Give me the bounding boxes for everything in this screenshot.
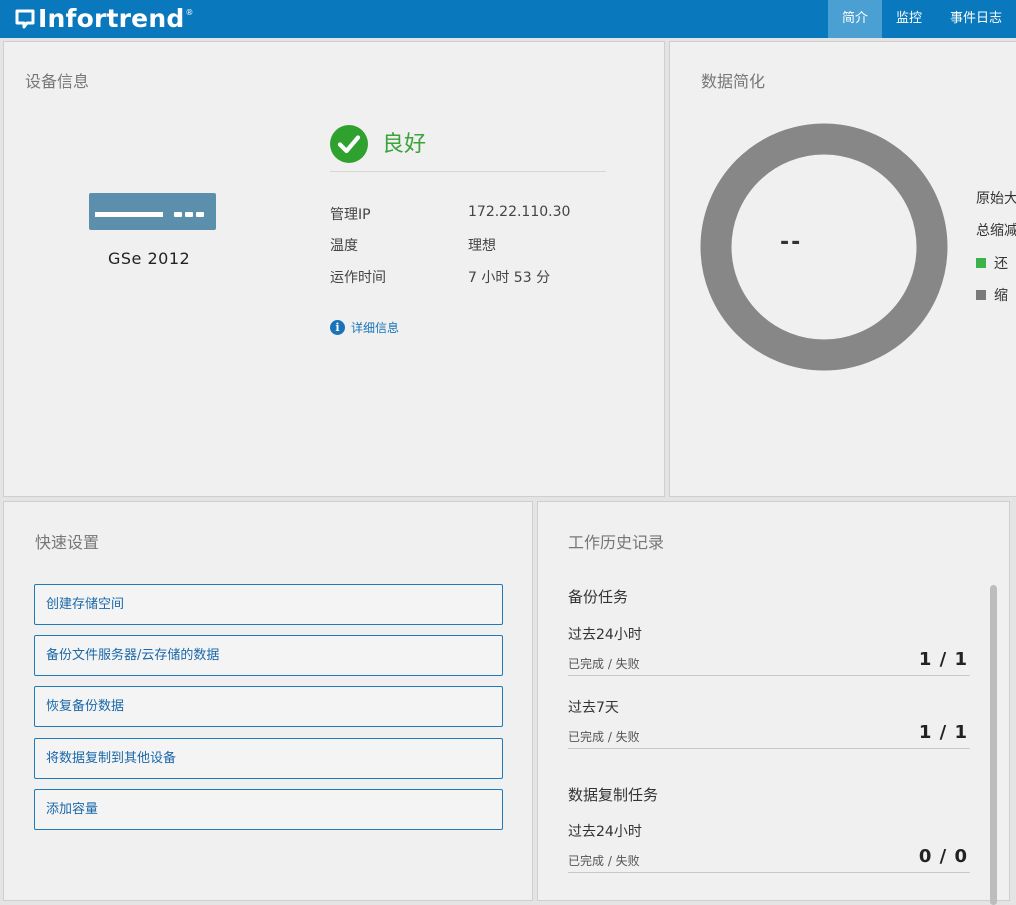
device-info-panel: 设备信息 GSe 2012 良好 管理IP 172.22.110.30 温度 理… — [3, 41, 665, 497]
legend-item-gray: 缩 — [976, 285, 1008, 305]
history-row-label: 已完成 / 失败 — [568, 730, 640, 744]
info-icon: i — [330, 320, 345, 335]
tab-monitor[interactable]: 监控 — [882, 0, 936, 38]
replicate-data-button[interactable]: 将数据复制到其他设备 — [34, 738, 503, 779]
check-circle-icon — [330, 125, 368, 163]
job-history-panel: 工作历史记录 备份任务 过去24小时 已完成 / 失败 1 / 1 过去7天 已… — [537, 501, 1010, 905]
uptime-label: 运作时间 — [330, 270, 386, 286]
history-period: 过去7天 — [568, 700, 619, 716]
data-reduction-title: 数据简化 — [701, 72, 766, 91]
temperature-value: 理想 — [468, 238, 496, 254]
history-scrollbar[interactable] — [990, 585, 997, 905]
device-info-title: 设备信息 — [25, 72, 90, 91]
history-row-value: 1 / 1 — [918, 649, 968, 670]
legend-total-reduction: 总缩减 — [976, 223, 1016, 239]
health-status: 良好 — [382, 132, 427, 157]
legend-item-green: 还 — [976, 253, 1008, 273]
data-reduction-panel: 数据简化 -- 原始大 总缩减 还 缩 — [669, 41, 1016, 497]
history-period: 过去24小时 — [568, 627, 642, 643]
top-bar: Infortrend ® 简介 监控 事件日志 — [0, 0, 1016, 38]
job-history-title: 工作历史记录 — [568, 533, 665, 552]
history-row: 已完成 / 失败 0 / 0 — [568, 846, 970, 873]
history-row-value: 0 / 0 — [918, 846, 968, 867]
main-nav: 简介 监控 事件日志 — [827, 0, 1016, 38]
history-period: 过去24小时 — [568, 824, 642, 840]
history-row-label: 已完成 / 失败 — [568, 657, 640, 671]
tab-event-log[interactable]: 事件日志 — [936, 0, 1016, 38]
legend-swatch-gray — [976, 290, 986, 300]
device-model: GSe 2012 — [108, 249, 191, 268]
uptime-value: 7 小时 53 分 — [468, 270, 551, 286]
backup-data-button[interactable]: 备份文件服务器/云存储的数据 — [34, 635, 503, 676]
replication-jobs-heading: 数据复制任务 — [568, 786, 659, 804]
history-row-value: 1 / 1 — [918, 722, 968, 743]
mgmt-ip-value: 172.22.110.30 — [468, 204, 571, 220]
create-storage-button[interactable]: 创建存储空间 — [34, 584, 503, 625]
storage-device-icon — [89, 193, 216, 230]
brand-logo[interactable]: Infortrend ® — [14, 5, 193, 33]
legend-original-size: 原始大 — [976, 191, 1016, 207]
history-row: 已完成 / 失败 1 / 1 — [568, 649, 970, 676]
temperature-label: 温度 — [330, 238, 358, 254]
backup-jobs-heading: 备份任务 — [568, 588, 629, 606]
history-row: 已完成 / 失败 1 / 1 — [568, 722, 970, 749]
brand-name: Infortrend — [38, 4, 185, 33]
tab-overview[interactable]: 简介 — [827, 0, 882, 38]
legend-swatch-green — [976, 258, 986, 268]
registered-mark: ® — [185, 8, 194, 17]
infortrend-logo-icon — [15, 9, 35, 29]
divider — [330, 171, 606, 172]
restore-backup-button[interactable]: 恢复备份数据 — [34, 686, 503, 727]
add-capacity-button[interactable]: 添加容量 — [34, 789, 503, 830]
details-link-label: 详细信息 — [351, 321, 400, 335]
donut-center-value: -- — [780, 230, 803, 255]
data-reduction-donut — [700, 123, 948, 371]
mgmt-ip-label: 管理IP — [330, 207, 371, 223]
quick-setup-title: 快速设置 — [35, 533, 100, 552]
quick-setup-panel: 快速设置 创建存储空间 备份文件服务器/云存储的数据 恢复备份数据 将数据复制到… — [3, 501, 533, 901]
details-link[interactable]: i 详细信息 — [330, 319, 399, 336]
history-row-label: 已完成 / 失败 — [568, 854, 640, 868]
